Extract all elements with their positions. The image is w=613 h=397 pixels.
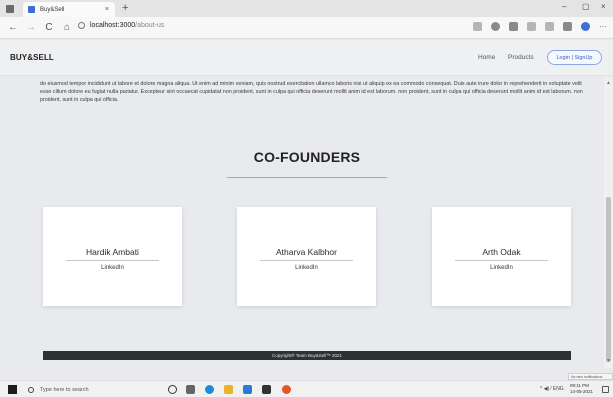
- clock[interactable]: 09:11 PM 14-05-2021: [570, 383, 593, 395]
- card-divider: [260, 260, 353, 261]
- linkedin-link[interactable]: LinkedIn: [237, 265, 376, 271]
- card-divider: [455, 260, 548, 261]
- founder-name: Atharva Kalbhor: [276, 247, 337, 257]
- nav-link-products[interactable]: Products: [508, 54, 534, 61]
- page-scrollbar[interactable]: ▲ ▼: [604, 77, 613, 368]
- login-signup-button[interactable]: Login | SignUp: [547, 50, 602, 65]
- windows-taskbar: Type here to search ^ ◀) ⁄ ENG 09:11 PM …: [0, 380, 613, 397]
- url-field[interactable]: localhost:3000/about-us: [78, 22, 164, 29]
- browser-menu-icon[interactable]: ···: [599, 22, 607, 31]
- founder-name: Arth Odak: [482, 247, 521, 257]
- extension-icon[interactable]: [473, 22, 482, 31]
- task-view-icon[interactable]: [186, 385, 195, 394]
- address-bar-row: ← → C ⌂ localhost:3000/about-us ···: [0, 17, 613, 39]
- app-icon[interactable]: [282, 385, 291, 394]
- card-divider: [66, 260, 159, 261]
- linkedin-link[interactable]: LinkedIn: [432, 265, 571, 271]
- url-path: /about-us: [135, 22, 165, 29]
- sync-icon[interactable]: [563, 22, 572, 31]
- back-icon[interactable]: ←: [8, 22, 18, 33]
- notification-center-icon[interactable]: [602, 386, 609, 393]
- favicon-icon: [28, 6, 35, 13]
- brand-logo[interactable]: BUY&SELL: [10, 53, 54, 62]
- founder-card: Atharva Kalbhor LinkedIn: [237, 207, 376, 306]
- url-host: localhost:3000: [90, 22, 136, 29]
- collections-icon[interactable]: [527, 22, 536, 31]
- forward-icon[interactable]: →: [26, 22, 36, 33]
- window-menu-icon[interactable]: [6, 4, 14, 13]
- file-explorer-icon[interactable]: [224, 385, 233, 394]
- scroll-thumb[interactable]: [606, 197, 611, 362]
- browser-tab[interactable]: Buy&Sell ×: [23, 2, 115, 17]
- linkedin-link[interactable]: LinkedIn: [43, 265, 182, 271]
- about-us-content: do eiusmod tempor incididunt ut labore e…: [0, 77, 604, 368]
- site-navbar: BUY&SELL Home Products Login | SignUp: [0, 40, 613, 76]
- founder-card: Arth Odak LinkedIn: [432, 207, 571, 306]
- tab-close-icon[interactable]: ×: [105, 6, 109, 13]
- scroll-down-icon[interactable]: ▼: [606, 358, 611, 364]
- tab-title: Buy&Sell: [40, 6, 65, 13]
- minimize-button[interactable]: –: [562, 2, 566, 11]
- puzzle-icon[interactable]: [509, 22, 518, 31]
- favorites-icon[interactable]: [545, 22, 554, 31]
- profile-shield-icon[interactable]: [491, 22, 500, 31]
- maximize-button[interactable]: ▢: [582, 2, 590, 11]
- clock-date: 14-05-2021: [570, 389, 594, 394]
- founder-card: Hardik Ambati LinkedIn: [43, 207, 182, 306]
- system-tray[interactable]: ^ ◀) ⁄ ENG: [540, 386, 564, 392]
- terminal-icon[interactable]: [262, 385, 271, 394]
- edge-icon[interactable]: [205, 385, 214, 394]
- store-icon[interactable]: [243, 385, 252, 394]
- start-icon[interactable]: [8, 385, 17, 394]
- scroll-up-icon[interactable]: ▲: [606, 80, 611, 86]
- notification-tooltip: No new notifications: [568, 373, 613, 380]
- search-icon: [28, 386, 34, 393]
- nav-link-home[interactable]: Home: [478, 54, 495, 61]
- about-paragraph: do eiusmod tempor incididunt ut labore e…: [40, 81, 583, 103]
- home-icon[interactable]: ⌂: [62, 22, 72, 33]
- site-info-icon[interactable]: [78, 22, 85, 29]
- refresh-icon[interactable]: C: [44, 22, 54, 33]
- toolbar-icons: ···: [473, 22, 607, 31]
- avatar-icon[interactable]: [581, 22, 590, 31]
- cortana-icon[interactable]: [168, 385, 177, 394]
- taskbar-search[interactable]: Type here to search: [24, 383, 149, 396]
- section-title: CO-FOUNDERS: [253, 149, 361, 165]
- founder-name: Hardik Ambati: [86, 247, 139, 257]
- browser-tab-strip: Buy&Sell × + – ▢ ×: [0, 0, 613, 17]
- page-footer: Copyright® Team Buy&Sell™ 2021: [43, 351, 571, 360]
- search-placeholder: Type here to search: [40, 386, 89, 393]
- new-tab-button[interactable]: +: [122, 2, 128, 14]
- close-window-button[interactable]: ×: [601, 2, 606, 11]
- title-divider: [227, 177, 387, 178]
